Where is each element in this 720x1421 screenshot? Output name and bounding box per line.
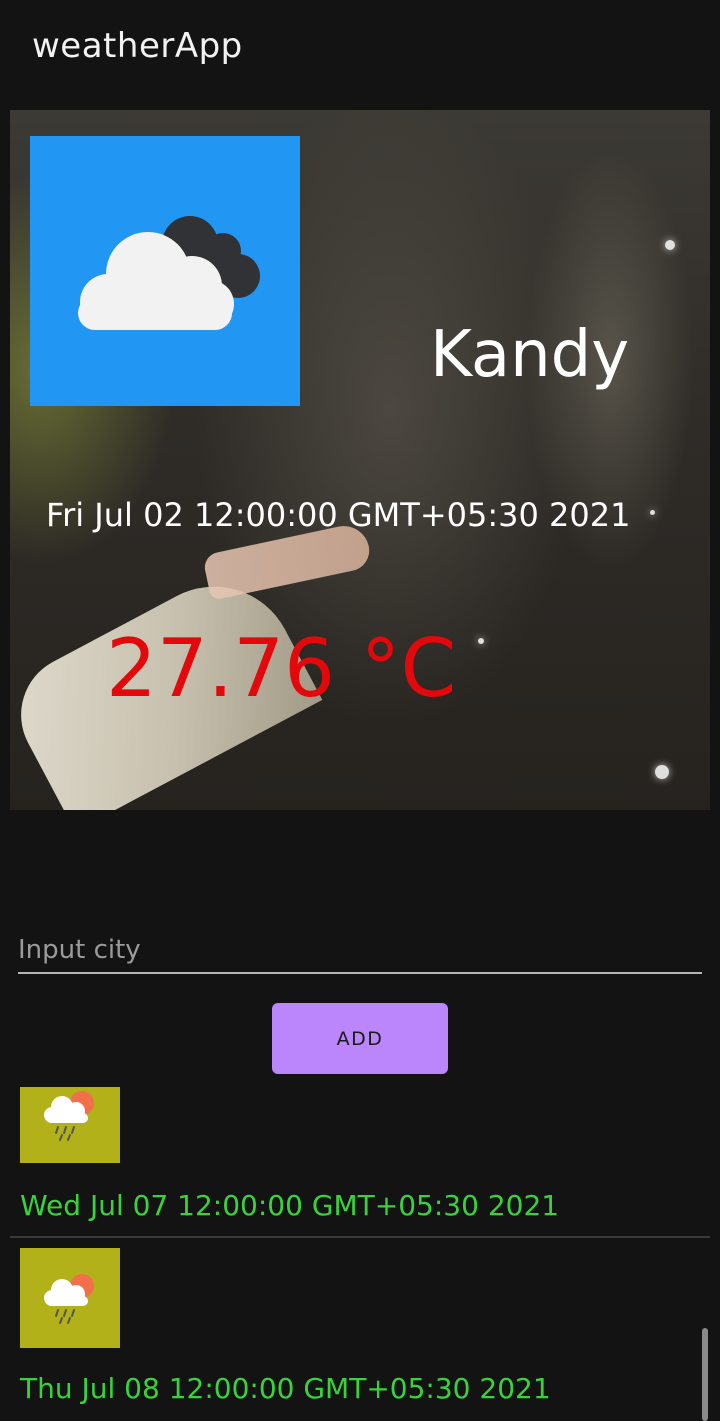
forecast-date: Wed Jul 07 12:00:00 GMT+05:30 2021 xyxy=(20,1189,560,1222)
sparkle-dot xyxy=(655,765,669,779)
app-root: weatherApp Kandy Fri Jul 02 12:00:00 GMT… xyxy=(0,0,720,1421)
sparkle-dot xyxy=(478,638,484,644)
app-title: weatherApp xyxy=(32,26,243,66)
rain-sun-icon xyxy=(44,1091,94,1141)
forecast-icon-box xyxy=(20,1248,120,1348)
current-weather-icon-box xyxy=(30,136,300,406)
forecast-date: Thu Jul 08 12:00:00 GMT+05:30 2021 xyxy=(20,1372,551,1405)
rain-sun-icon xyxy=(44,1274,94,1324)
forecast-icon-box xyxy=(20,1087,120,1163)
current-temperature: 27.76 °C xyxy=(106,622,457,715)
sparkle-dot xyxy=(665,240,675,250)
cloud-icon xyxy=(78,216,260,330)
current-weather-card: Kandy Fri Jul 02 12:00:00 GMT+05:30 2021… xyxy=(10,110,710,810)
app-bar: weatherApp xyxy=(0,0,720,100)
scrollbar[interactable] xyxy=(702,1328,708,1421)
list-divider xyxy=(10,1236,710,1238)
add-button[interactable]: ADD xyxy=(272,1003,448,1074)
city-name: Kandy xyxy=(430,318,630,392)
city-input[interactable] xyxy=(18,928,702,974)
current-date: Fri Jul 02 12:00:00 GMT+05:30 2021 xyxy=(46,496,631,534)
